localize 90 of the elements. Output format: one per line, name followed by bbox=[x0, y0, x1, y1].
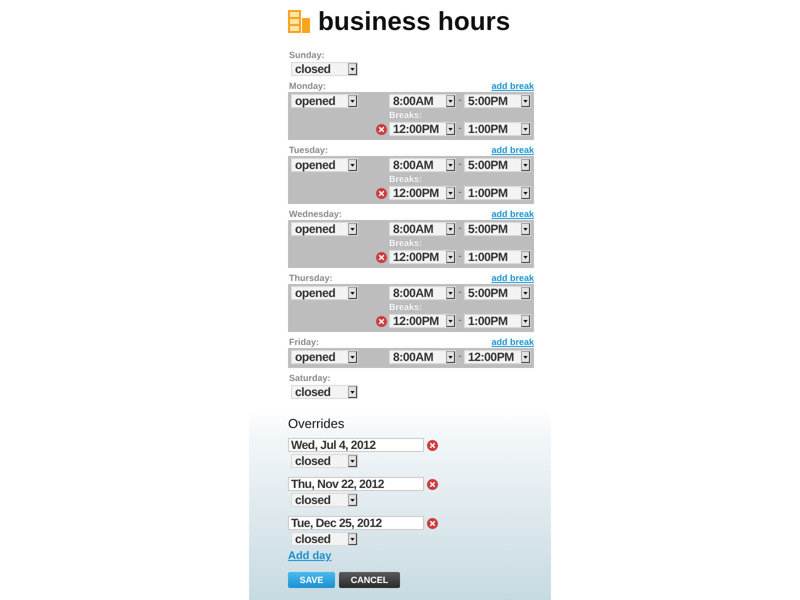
dropdown-arrow-icon bbox=[446, 315, 455, 327]
status-select[interactable]: closed bbox=[291, 532, 358, 546]
time-separator: - bbox=[457, 286, 463, 300]
time-select[interactable]: 1:00PM bbox=[464, 250, 531, 264]
dropdown-arrow-icon bbox=[521, 123, 530, 135]
time-select[interactable]: 8:00AM bbox=[389, 222, 456, 236]
day-label: Tuesday: bbox=[288, 145, 328, 156]
dropdown-arrow-icon bbox=[446, 251, 455, 263]
status-select[interactable]: opened bbox=[291, 158, 358, 172]
time-select[interactable]: 8:00AM bbox=[389, 350, 456, 364]
dropdown-arrow-icon bbox=[521, 223, 530, 235]
dropdown-arrow-icon bbox=[348, 287, 357, 299]
dropdown-arrow-icon bbox=[446, 159, 455, 171]
bars-icon bbox=[288, 10, 310, 32]
time-separator: - bbox=[457, 122, 463, 136]
dropdown-arrow-icon bbox=[446, 123, 455, 135]
page-title: business hours bbox=[318, 6, 510, 36]
cancel-button[interactable]: CANCEL bbox=[339, 572, 400, 588]
dropdown-arrow-icon bbox=[446, 187, 455, 199]
time-select[interactable]: 8:00AM bbox=[389, 94, 456, 108]
time-select[interactable]: 5:00PM bbox=[464, 222, 531, 236]
dropdown-arrow-icon bbox=[446, 223, 455, 235]
breaks-label: Breaks: bbox=[389, 174, 424, 185]
time-separator: - bbox=[457, 158, 463, 172]
dropdown-arrow-icon bbox=[446, 95, 455, 107]
dropdown-arrow-icon bbox=[521, 351, 530, 363]
dropdown-arrow-icon bbox=[348, 533, 357, 545]
breaks-label: Breaks: bbox=[389, 110, 424, 121]
day-label: Wednesday: bbox=[288, 209, 342, 220]
date-field[interactable]: Thu, Nov 22, 2012 bbox=[288, 477, 424, 491]
time-separator: - bbox=[457, 186, 463, 200]
status-select[interactable]: opened bbox=[291, 222, 358, 236]
dropdown-arrow-icon bbox=[446, 287, 455, 299]
dropdown-arrow-icon bbox=[348, 223, 357, 235]
date-field[interactable]: Wed, Jul 4, 2012 bbox=[288, 438, 424, 452]
remove-icon[interactable] bbox=[376, 188, 387, 198]
section-heading: Overrides bbox=[288, 416, 346, 432]
dropdown-arrow-icon bbox=[348, 63, 357, 75]
dropdown-arrow-icon bbox=[521, 95, 530, 107]
dropdown-arrow-icon bbox=[446, 351, 455, 363]
time-select[interactable]: 12:00PM bbox=[389, 122, 456, 136]
remove-icon[interactable] bbox=[427, 478, 438, 490]
time-separator: - bbox=[457, 222, 463, 236]
status-select[interactable]: closed bbox=[291, 454, 358, 468]
dropdown-arrow-icon bbox=[348, 95, 357, 107]
status-select[interactable]: opened bbox=[291, 94, 358, 108]
status-select[interactable]: opened bbox=[291, 286, 358, 300]
time-select[interactable]: 5:00PM bbox=[464, 286, 531, 300]
time-select[interactable]: 12:00PM bbox=[389, 314, 456, 328]
time-separator: - bbox=[457, 314, 463, 328]
dropdown-arrow-icon bbox=[348, 494, 357, 506]
remove-icon[interactable] bbox=[427, 518, 438, 528]
dropdown-arrow-icon bbox=[348, 351, 357, 363]
status-select[interactable]: closed bbox=[291, 493, 358, 507]
status-select[interactable]: closed bbox=[291, 385, 358, 399]
dropdown-arrow-icon bbox=[521, 187, 530, 199]
remove-icon[interactable] bbox=[376, 252, 387, 262]
day-label: Sunday: bbox=[288, 50, 325, 61]
time-separator: - bbox=[457, 94, 463, 108]
dropdown-arrow-icon bbox=[348, 159, 357, 171]
day-label: Friday: bbox=[288, 337, 320, 348]
day-label: Thursday: bbox=[288, 273, 333, 284]
remove-icon[interactable] bbox=[427, 440, 438, 450]
remove-icon[interactable] bbox=[376, 316, 387, 326]
dropdown-arrow-icon bbox=[521, 251, 530, 263]
time-select[interactable]: 8:00AM bbox=[389, 158, 456, 172]
time-separator: - bbox=[457, 350, 463, 364]
remove-icon[interactable] bbox=[376, 124, 387, 134]
time-select[interactable]: 5:00PM bbox=[464, 94, 531, 108]
time-select[interactable]: 12:00PM bbox=[389, 186, 456, 200]
day-label: Saturday: bbox=[288, 373, 331, 384]
dropdown-arrow-icon bbox=[521, 315, 530, 327]
breaks-label: Breaks: bbox=[389, 302, 424, 313]
time-select[interactable]: 12:00PM bbox=[464, 350, 531, 364]
date-field[interactable]: Tue, Dec 25, 2012 bbox=[288, 516, 424, 530]
time-select[interactable]: 12:00PM bbox=[389, 250, 456, 264]
status-select[interactable]: opened bbox=[291, 350, 358, 364]
time-separator: - bbox=[457, 250, 463, 264]
status-select[interactable]: closed bbox=[291, 62, 358, 76]
dropdown-arrow-icon bbox=[348, 455, 357, 467]
time-select[interactable]: 5:00PM bbox=[464, 158, 531, 172]
day-label: Monday: bbox=[288, 81, 326, 92]
time-select[interactable]: 1:00PM bbox=[464, 122, 531, 136]
time-select[interactable]: 1:00PM bbox=[464, 186, 531, 200]
dropdown-arrow-icon bbox=[348, 386, 357, 398]
dropdown-arrow-icon bbox=[521, 159, 530, 171]
dropdown-arrow-icon bbox=[521, 287, 530, 299]
time-select[interactable]: 8:00AM bbox=[389, 286, 456, 300]
breaks-label: Breaks: bbox=[389, 238, 424, 249]
time-select[interactable]: 1:00PM bbox=[464, 314, 531, 328]
